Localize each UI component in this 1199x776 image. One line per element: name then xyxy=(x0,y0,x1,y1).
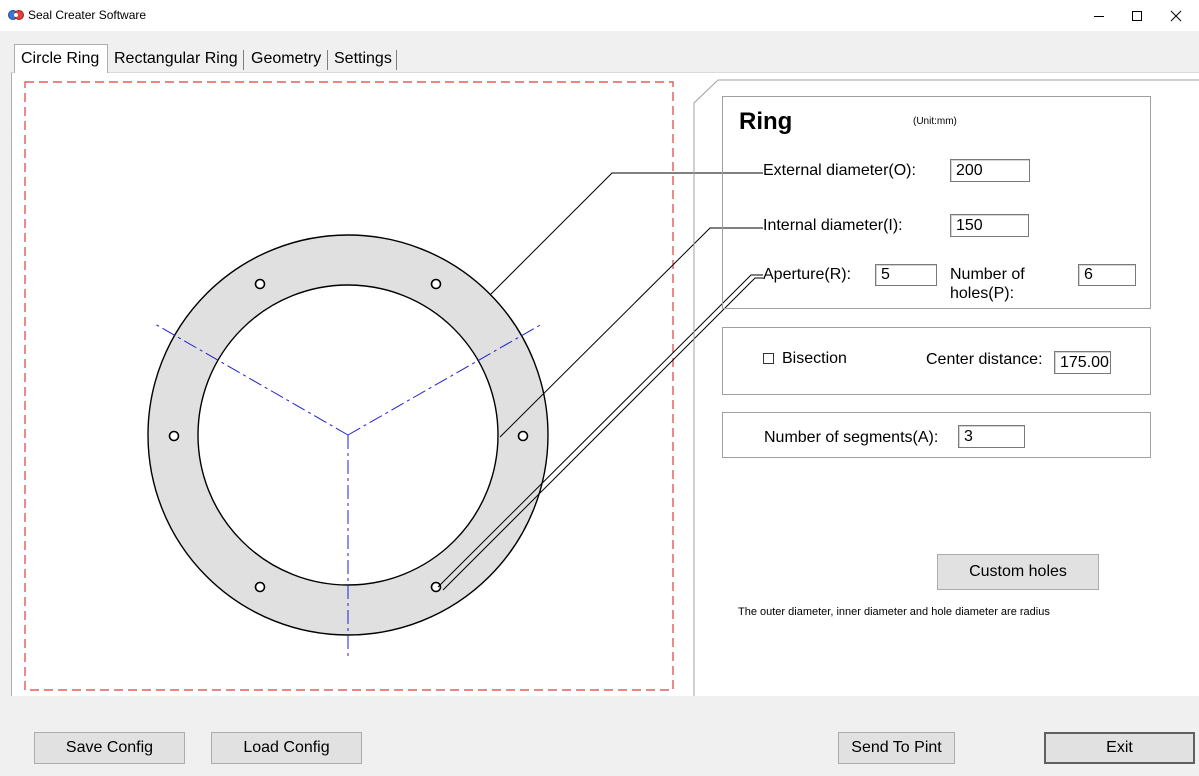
radius-note: The outer diameter, inner diameter and h… xyxy=(738,606,1050,618)
segments-label: Number of segments(A): xyxy=(764,429,939,446)
load-config-button[interactable]: Load Config xyxy=(211,732,362,764)
hole xyxy=(430,278,442,290)
hole xyxy=(517,430,529,442)
custom-holes-button[interactable]: Custom holes xyxy=(937,554,1099,590)
internal-diameter-input[interactable] xyxy=(950,214,1029,237)
internal-diameter-label: Internal diameter(I): xyxy=(763,217,903,234)
external-diameter-label: External diameter(O): xyxy=(763,162,916,179)
hole xyxy=(168,430,180,442)
ring-title: Ring xyxy=(739,108,793,135)
aperture-label: Aperture(R): xyxy=(763,266,852,283)
bisection-checkbox[interactable] xyxy=(763,353,774,364)
hole xyxy=(254,278,266,290)
center-distance-input[interactable] xyxy=(1054,351,1111,374)
holes-label-line1: Number of xyxy=(950,266,1025,283)
segments-input[interactable] xyxy=(958,425,1025,448)
unit-label: (Unit:mm) xyxy=(913,116,957,127)
hole xyxy=(430,581,442,593)
holes-label-line2: holes(P): xyxy=(950,285,1015,302)
center-distance-label: Center distance: xyxy=(926,351,1043,368)
save-config-button[interactable]: Save Config xyxy=(34,732,185,764)
send-to-print-button[interactable]: Send To Pint xyxy=(838,732,955,764)
bisection-label: Bisection xyxy=(782,350,847,367)
exit-button[interactable]: Exit xyxy=(1044,732,1195,764)
holes-input[interactable] xyxy=(1078,264,1136,286)
aperture-input[interactable] xyxy=(875,264,937,286)
hole xyxy=(254,581,266,593)
external-diameter-input[interactable] xyxy=(950,159,1030,182)
